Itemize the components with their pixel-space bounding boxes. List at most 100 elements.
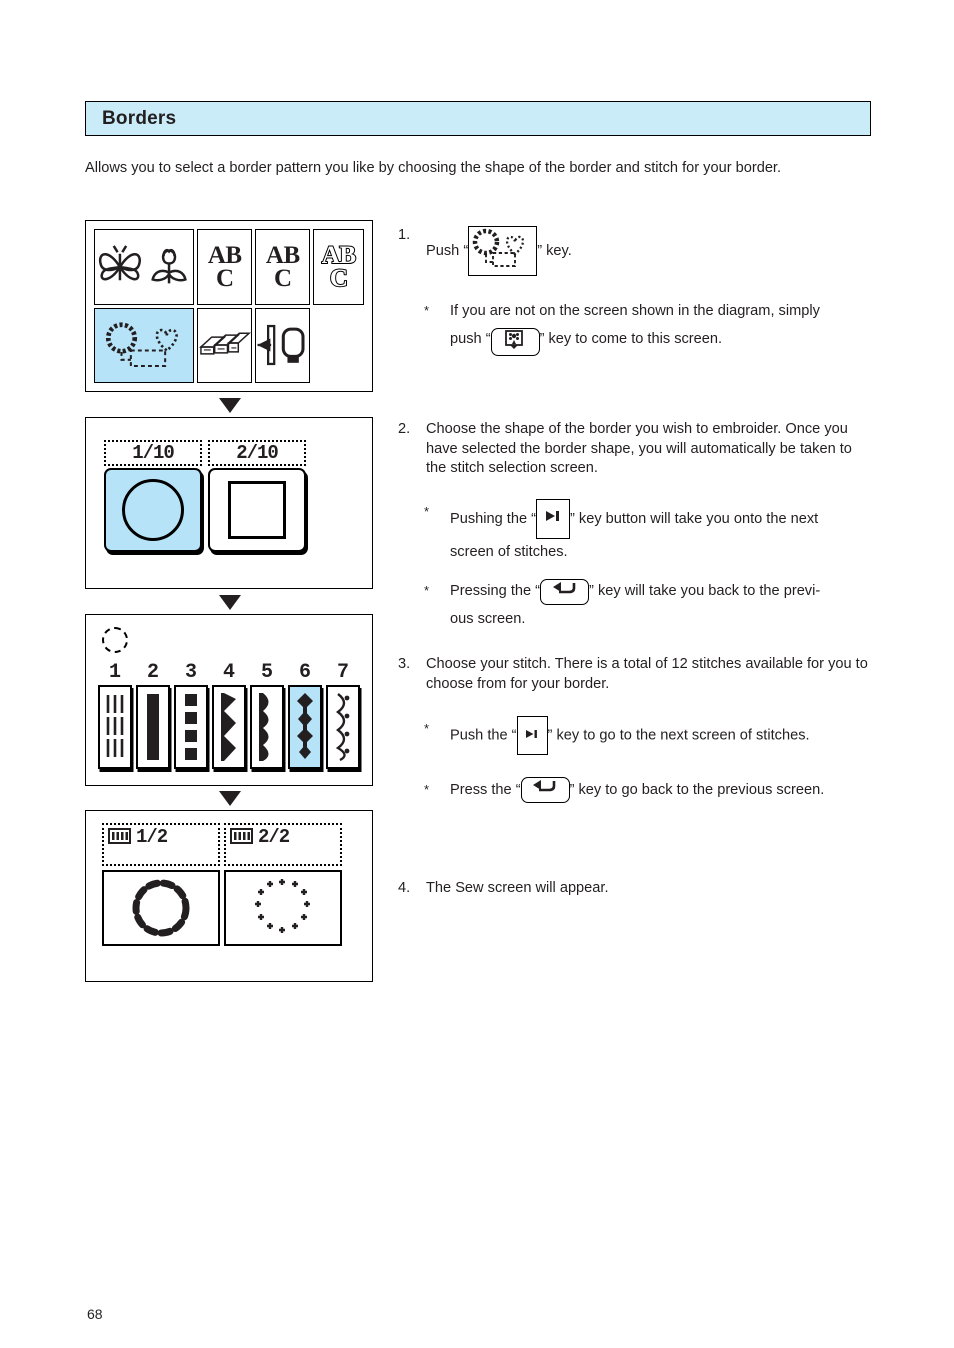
stitch-key-2[interactable]: [136, 685, 170, 769]
selected-shape-indicator-icon: [102, 627, 128, 653]
screenshot-embroidery-main-menu: AB C AB C AB C: [85, 220, 373, 392]
sew-tag-1: 1/2: [102, 823, 220, 866]
return-key-icon[interactable]: [520, 777, 570, 804]
stitch-number: 5: [260, 661, 273, 684]
triple-straight-stitch-icon: [106, 695, 124, 757]
note-line-1: Pressing the “ ” key will take you back …: [450, 578, 876, 606]
section-header-bar: Borders: [85, 101, 871, 136]
embroidery-mode-glyph: [504, 329, 523, 349]
stitch-option-7: 7: [326, 663, 360, 769]
note-text-after: ” key button will take you onto the next: [570, 510, 819, 527]
scallop-stitch-icon: [259, 693, 269, 761]
dashed-block-stitch-icon: [185, 694, 197, 760]
menu-cell-lettering-1[interactable]: AB C: [197, 229, 253, 305]
page-number: 68: [87, 1306, 103, 1322]
step-2: 2. Choose the shape of the border you wi…: [398, 420, 876, 634]
menu-cell-butterfly-flower[interactable]: [94, 229, 195, 305]
shape-page-tag-1: 1/10: [104, 440, 202, 466]
note-line-1: If you are not on the screen shown in th…: [450, 303, 820, 319]
sew-section-label: 1/2: [136, 826, 168, 848]
abc-block-icon: AB C: [208, 243, 242, 292]
dashed-circle-border-icon: [132, 879, 190, 937]
stitch-option-6: 6: [288, 663, 322, 769]
flow-arrow-down-icon: [219, 595, 241, 610]
step-3-note-1: * Push the “ ” key to go to the next scr…: [398, 716, 876, 756]
note-text-after: ” key to come to this screen.: [539, 330, 723, 347]
shape-key-circle[interactable]: [104, 468, 202, 552]
step-1: 1. Push “ ” key. * If you are not on the…: [398, 226, 876, 356]
step-4-number: 4.: [398, 880, 411, 896]
solid-satin-stitch-icon: [147, 694, 159, 760]
note-text-after: ” key will take you back to the previ-: [589, 583, 821, 600]
stitch-option-5: 5: [250, 663, 284, 769]
menu-cell-lettering-outline[interactable]: AB C: [313, 229, 364, 305]
note-bullet: *: [424, 303, 430, 318]
step-4-text: The Sew screen will appear.: [426, 880, 609, 896]
note-line-2: screen of stitches.: [450, 543, 568, 560]
step-1-number: 1.: [398, 227, 411, 243]
shape-option-2: 2/10: [208, 440, 306, 552]
next-screen-key-icon[interactable]: [516, 716, 548, 756]
note-text-before: push “: [450, 330, 491, 347]
note-bullet: *: [424, 782, 430, 798]
note-text-before: Pressing the “: [450, 583, 541, 600]
zigzag-point-stitch-icon: [221, 693, 236, 761]
border-pattern-key-icon[interactable]: [468, 226, 538, 276]
shape-options-area: 1/10 2/10: [100, 440, 358, 576]
stitch-number: 6: [298, 661, 311, 684]
next-screen-key-icon[interactable]: [536, 498, 570, 539]
stitch-number: 3: [184, 661, 197, 684]
menu-cell-hoop-setting[interactable]: [255, 307, 311, 383]
flow-arrow-down-icon: [219, 398, 241, 413]
border-pattern-glyph: [472, 228, 525, 267]
menu-cell-quilting[interactable]: [197, 307, 253, 383]
hoop-arrow-icon: [257, 325, 305, 366]
menu-cell-lettering-2[interactable]: AB C: [255, 229, 311, 305]
note-text-before: Pushing the “: [450, 510, 536, 527]
return-arrow-glyph: [533, 780, 556, 792]
screenshot-sew-screen: 1/2 2/2: [85, 810, 373, 982]
stitch-number: 2: [146, 661, 159, 684]
stitch-key-7[interactable]: [326, 685, 360, 769]
skip-next-glyph: [526, 730, 537, 739]
note-line-1: Push the “ ” key to go to the next scree…: [450, 716, 876, 756]
stitch-number: 7: [336, 661, 349, 684]
stitch-option-1: 1: [98, 663, 132, 769]
embroidery-mode-key-icon[interactable]: [490, 327, 540, 356]
butterfly-tulip-icon: [98, 245, 187, 284]
abc-outline-icon: AB C: [321, 242, 357, 292]
note-line-1: Press the “ ” key to go back to the prev…: [450, 777, 876, 805]
stitch-key-1[interactable]: [98, 685, 132, 769]
wave-dot-stitch-icon: [335, 693, 350, 762]
abc-line-2: C: [215, 264, 234, 292]
square-shape-icon: [228, 481, 286, 539]
return-arrow-glyph: [552, 581, 575, 593]
circle-shape-icon: [122, 479, 184, 541]
note-text-before: Push the “: [450, 727, 517, 744]
shape-key-square[interactable]: [208, 468, 306, 552]
step-1-text-before: Push “: [426, 243, 469, 259]
shape-page-tag-2: 2/10: [208, 440, 306, 466]
stitch-list: 1 2 3 4 5 6 7: [98, 663, 360, 769]
note-bullet: *: [424, 721, 430, 737]
diamond-bead-stitch-icon: [297, 693, 313, 759]
sew-tag-2: 2/2: [224, 823, 342, 866]
stitch-key-3[interactable]: [174, 685, 208, 769]
page-title: Borders: [102, 107, 177, 129]
stitch-number: 1: [108, 661, 121, 684]
step-1-note-1: * If you are not on the screen shown in …: [398, 298, 876, 356]
screenshot-border-stitch-select: 1 2 3 4 5 6 7: [85, 614, 373, 786]
sew-section-1: 1/2: [102, 823, 220, 946]
menu-cell-borders[interactable]: [94, 307, 195, 383]
thread-spool-icon: [230, 828, 253, 844]
menu-grid: AB C AB C AB C: [94, 229, 364, 383]
skip-next-glyph: [546, 510, 559, 521]
note-bullet: *: [424, 503, 430, 519]
stitch-key-4[interactable]: [212, 685, 246, 769]
abc-block-icon: AB C: [266, 243, 300, 291]
return-key-icon[interactable]: [540, 578, 590, 605]
stitch-key-6[interactable]: [288, 685, 322, 769]
note-line-2: ous screen.: [450, 611, 526, 628]
step-4: 4. The Sew screen will appear.: [398, 879, 876, 899]
stitch-key-5[interactable]: [250, 685, 284, 769]
